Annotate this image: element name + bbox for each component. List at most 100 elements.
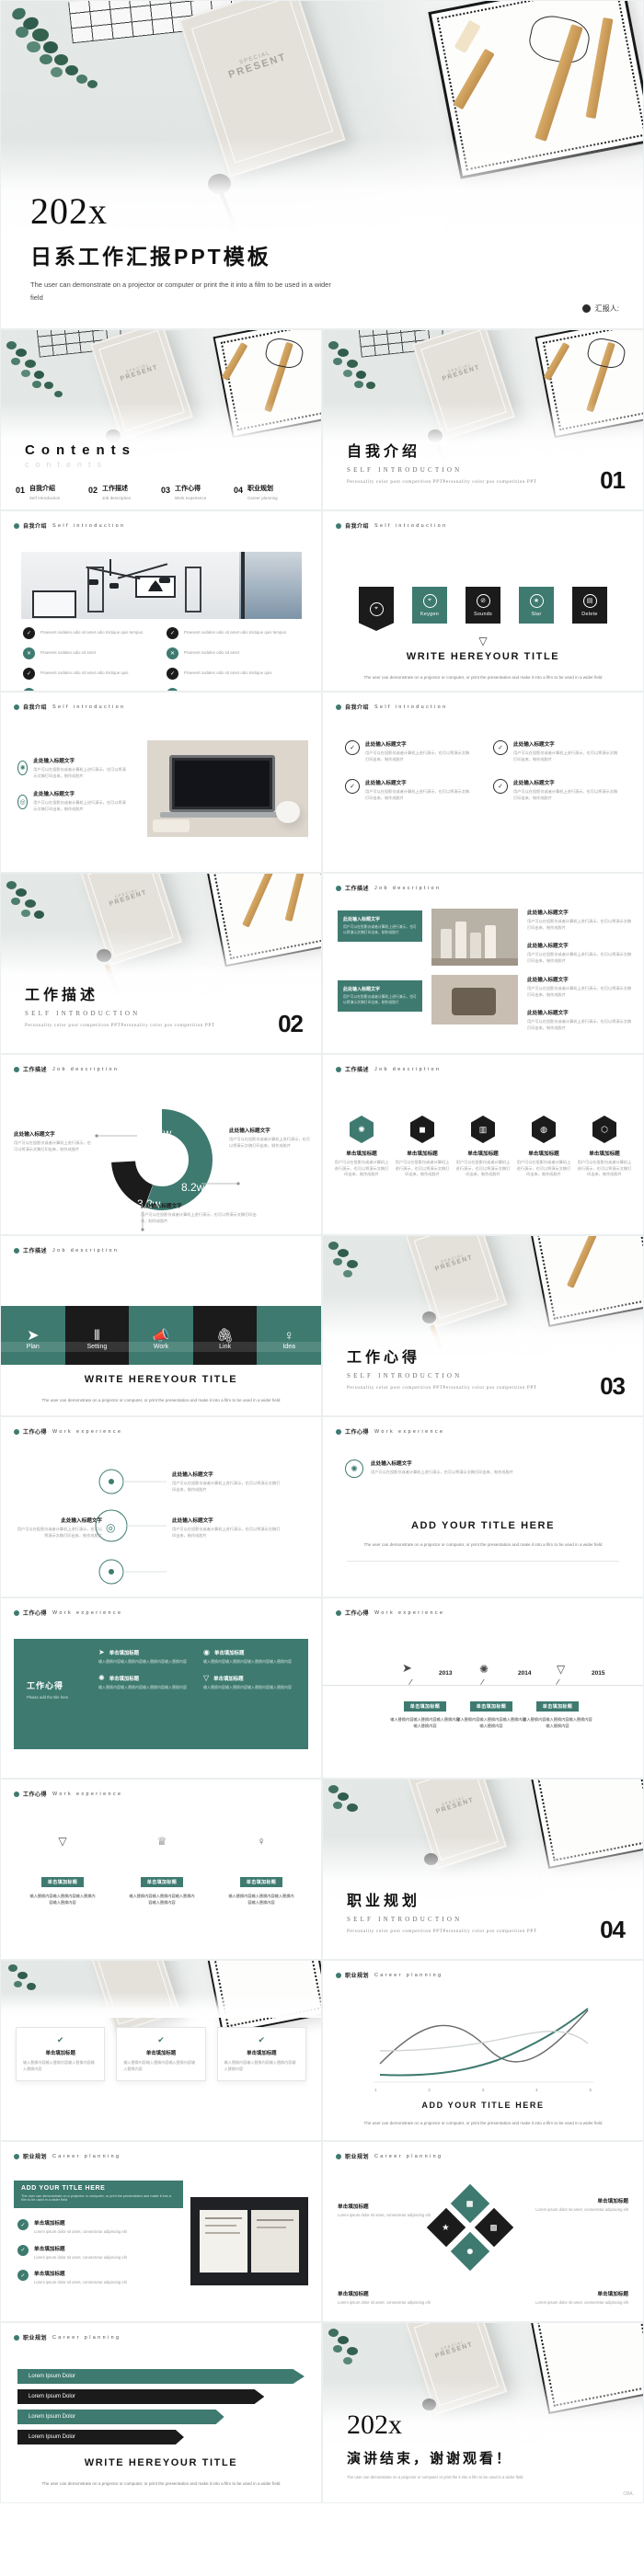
panel-card[interactable]: ◉ 单击填加标题 输入替换内容输入替换内容输入替换内容输入替换内容 <box>203 1648 297 1665</box>
hex-card[interactable]: ✺ 单击填加标题 用户可以在投影仪或者计算机上进行演示，也可以将演示文稿打印出来… <box>334 1116 389 1178</box>
nav-strip-row: ➤ Plan ⦀ Setting 📣 Work 🖇 Link ♀ Idea <box>1 1306 321 1365</box>
slide-badge-cards[interactable]: 工作心得 Work experience ▽ 单击填加标题 输入替换内容输入替换… <box>0 1779 322 1960</box>
bullet-item[interactable]: ✓ Praesent sodales odio sit amet odio tri… <box>23 627 161 639</box>
ribbon-item[interactable]: Lorem Ipsum Dolor <box>17 2430 184 2444</box>
bullet-icon <box>336 885 341 891</box>
slide-laptop[interactable]: 自我介绍 Self introduction ✺ 此处输入标题文字 用户可以在投… <box>0 692 322 873</box>
slide-header: 工作心得 Work experience <box>14 1609 122 1617</box>
hex-card[interactable]: ◍ 单击填加标题 用户可以在投影仪或者计算机上进行演示，也可以将演示文稿打印出来… <box>516 1116 571 1178</box>
list-item[interactable]: ✓ 单击填加标题 Lorem ipsum dolor sit amet, con… <box>17 2270 179 2286</box>
ribbon-item[interactable]: Lorem Ipsum Dolor <box>17 2410 224 2424</box>
slide-teal-list[interactable]: 职业规划 Career planning ADD YOUR TITLE HERE… <box>0 2141 322 2322</box>
diagram-item[interactable]: 此处输入标题文字 用户可以在投影仪或者计算机上进行演示，也可以将演示文稿打印出来… <box>172 1517 282 1539</box>
header-en: Job description <box>52 1066 120 1072</box>
slide-section-04[interactable]: SPECIALPRESENT 职业规划 SELF INTRODUCTION Pe… <box>322 1779 644 1960</box>
nav-tile-link[interactable]: 🖇 Link <box>192 1306 258 1365</box>
slide-timeline[interactable]: 工作心得 Work experience ➤ / 2013 ✺ / 2014 ▽… <box>322 1597 644 1779</box>
ribbon-item[interactable]: Lorem Ipsum Dolor <box>17 2389 265 2404</box>
bullet-item[interactable]: ✓ Praesent sodales odio sit amet odio tri… <box>167 627 305 639</box>
check-card[interactable]: ✓ 此处输入标题文字 用户可以在投影仪或者计算机上进行演示，也可以将演示文稿打印… <box>345 779 473 801</box>
check-card[interactable]: ✓ 此处输入标题文字 用户可以在投影仪或者计算机上进行演示，也可以将演示文稿打印… <box>345 740 473 762</box>
toc-item-1[interactable]: 01 自我介绍 Self introduction <box>16 484 88 500</box>
nav-tile-setting[interactable]: ⦀ Setting <box>64 1306 130 1365</box>
bullet-item[interactable]: ✕ Praesent sodales odio sit amet <box>167 647 305 659</box>
list-item[interactable]: 此处输入标题文字 用户可以在投影仪或者计算机上进行演示，也可以将演示文稿打印出来… <box>527 976 632 998</box>
bullet-item[interactable]: ✓ Praesent sodales odio sit amet odio tri… <box>23 668 161 680</box>
badge-card[interactable]: ▽ 单击填加标题 输入替换内容输入替换内容输入替换内容输入替换内容 <box>29 1835 97 1906</box>
bullet-item[interactable]: ✓ Praesent sodales odio sit amet odio tri… <box>167 668 305 680</box>
slide-teal-panel[interactable]: 工作心得 Work experience 工作心得 Please add the… <box>0 1597 322 1779</box>
nav-tile-idea[interactable]: ♀ Idea <box>257 1306 321 1365</box>
badge-card[interactable]: ♕ 单击填加标题 输入替换内容输入替换内容输入替换内容输入替换内容 <box>128 1835 196 1906</box>
ribbon-item[interactable]: Lorem Ipsum Dolor <box>17 2369 305 2384</box>
slide-section-01[interactable]: SPECIALPRESENT 自我介绍 SELF INTRODUCTION Pe… <box>322 329 644 510</box>
white-card-row: ✔ 单击填加标题 输入替换内容输入替换内容输入替换内容输入替换内容 ✔ 单击填加… <box>16 2027 306 2081</box>
reporter-label: 汇报人: <box>594 304 619 313</box>
badge-card[interactable]: ♀ 单击填加标题 输入替换内容输入替换内容输入替换内容输入替换内容 <box>227 1835 295 1906</box>
slide-icon-strip[interactable]: 自我介绍 Self introduction ⌖ ⌖ Keygen ⊘ Soun… <box>322 510 644 692</box>
contents-ghost-word: contents <box>25 460 109 469</box>
list-item[interactable]: ✓ 单击填加标题 Lorem ipsum dolor sit amet, con… <box>17 2244 179 2261</box>
timeline-item[interactable]: 单击填加标题 输入替换内容输入替换内容输入替换内容输入替换内容 <box>389 1696 461 1729</box>
slide-section-02[interactable]: SPECIALPRESENT 工作描述 SELF INTRODUCTION Pe… <box>0 873 322 1054</box>
timeline-item[interactable]: 单击填加标题 输入替换内容输入替换内容输入替换内容输入替换内容 <box>522 1696 593 1729</box>
panel-card[interactable]: ✺ 单击填加标题 输入替换内容输入替换内容输入替换内容输入替换内容 <box>98 1674 192 1690</box>
header-en: Career planning <box>374 2153 443 2159</box>
info-item[interactable]: ✺ 此处输入标题文字 用户可以在投影仪或者计算机上进行演示，也可以将演示文稿打印… <box>345 1460 582 1478</box>
icon-card-keygen[interactable]: ⌖ Keygen <box>412 587 447 624</box>
list-item[interactable]: 此处输入标题文字 用户可以在投影仪或者计算机上进行演示，也可以将演示文稿打印出来… <box>527 942 632 964</box>
white-card[interactable]: ✔ 单击填加标题 输入替换内容输入替换内容输入替换内容输入替换内容 <box>16 2027 106 2081</box>
timeline-badge: 单击填加标题 <box>469 1701 513 1712</box>
hex-card[interactable]: ▥ 单击填加标题 用户可以在投影仪或者计算机上进行演示，也可以将演示文稿打印出来… <box>455 1116 511 1178</box>
slide-white-cards[interactable]: ✔ 单击填加标题 输入替换内容输入替换内容输入替换内容输入替换内容 ✔ 单击填加… <box>0 1960 322 2141</box>
slide-section-03[interactable]: SPECIALPRESENT 工作心得 SELF INTRODUCTION Pe… <box>322 1235 644 1416</box>
panel-card[interactable]: ▽ 单击填加标题 输入替换内容输入替换内容输入替换内容输入替换内容 <box>203 1674 297 1690</box>
donut-annotation-right: 此处输入标题文字 用户可以在投影仪或者计算机上进行演示，也可以将演示文稿打印出来… <box>229 1127 312 1149</box>
timeline-item[interactable]: 单击填加标题 输入替换内容输入替换内容输入替换内容输入替换内容 <box>455 1696 527 1729</box>
slide-donut-chart[interactable]: 工作描述 Job description 5.4w 8.2w 3.2w 此处输入… <box>0 1054 322 1235</box>
list-item[interactable]: ✓ 单击填加标题 Lorem ipsum dolor sit amet, con… <box>17 2219 179 2236</box>
slide-self-intro-bullets[interactable]: 自我介绍 Self introduction ✓ Praesent sodales… <box>0 510 322 692</box>
diamond-tile[interactable]: ✺ <box>450 2231 490 2272</box>
slide-check-cards[interactable]: 自我介绍 Self introduction ✓ 此处输入标题文字 用户可以在投… <box>322 692 644 873</box>
diamond-tile[interactable]: ▥ <box>474 2207 514 2248</box>
bullet-item[interactable]: ✕ Praesent sodales odio sit amet <box>23 647 161 659</box>
icon-card-delete[interactable]: ▤ Delete <box>572 587 607 624</box>
section-desc: Personality color post competition PPTPe… <box>347 1928 537 1934</box>
check-card[interactable]: ✓ 此处输入标题文字 用户可以在投影仪或者计算机上进行演示，也可以将演示文稿打印… <box>493 779 621 801</box>
slide-job-list[interactable]: 工作描述 Job description 此处输入标题文字 用户可以在投影仪或者… <box>322 873 644 1054</box>
list-item[interactable]: 此处输入标题文字 用户可以在投影仪或者计算机上进行演示，也可以将演示文稿打印出来… <box>527 1009 632 1031</box>
section-desc: Personality color post competition PPTPe… <box>347 1384 537 1391</box>
bullet-col-left: ✓ Praesent sodales odio sit amet odio tri… <box>23 627 161 691</box>
check-card[interactable]: ✓ 此处输入标题文字 用户可以在投影仪或者计算机上进行演示，也可以将演示文稿打印… <box>493 740 621 762</box>
nav-tile-work[interactable]: 📣 Work <box>129 1306 193 1365</box>
hex-card[interactable]: ◼ 单击填加标题 用户可以在投影仪或者计算机上进行演示，也可以将演示文稿打印出来… <box>395 1116 450 1178</box>
toc-item-4[interactable]: 04 职业规划 Career planning <box>234 484 306 500</box>
x-tick: 3 <box>481 2088 485 2092</box>
slide-diamond-diagram[interactable]: 职业规划 Career planning 单击填加标题 Lorem ipsum … <box>322 2141 644 2322</box>
icon-card-keygen-flag[interactable]: ⌖ <box>359 587 394 631</box>
toc-item-3[interactable]: 03 工作心得 Work experience <box>161 484 234 500</box>
icon-card-star[interactable]: ★ Star <box>519 587 554 624</box>
slide-hex-row[interactable]: 工作描述 Job description ✺ 单击填加标题 用户可以在投影仪或者… <box>322 1054 644 1235</box>
slide-cover[interactable]: SPECIALPRESENT 202x 日系工作汇报PPT模板 The <box>0 0 644 329</box>
white-card[interactable]: ✔ 单击填加标题 输入替换内容输入替换内容输入替换内容输入替换内容 <box>116 2027 206 2081</box>
slide-ending[interactable]: SPECIALPRESENT 202x 演讲结束，谢谢观看！ The user … <box>322 2322 644 2503</box>
slide-ribbons[interactable]: 职业规划 Career planning Lorem Ipsum Dolor L… <box>0 2322 322 2503</box>
slide-circle-diagram[interactable]: 工作心得 Work experience ◎ 此处输入标题文字 用户可以在投影仪… <box>0 1416 322 1597</box>
diagram-item[interactable]: 此处输入标题文字 用户可以在投影仪或者计算机上进行演示，也可以将演示文稿打印出来… <box>14 1517 102 1539</box>
slide-nav-strip[interactable]: 工作描述 Job description ➤ Plan ⦀ Setting 📣 … <box>0 1235 322 1416</box>
slide-add-title[interactable]: 工作心得 Work experience ✺ 此处输入标题文字 用户可以在投影仪… <box>322 1416 644 1597</box>
card-desc: 输入替换内容输入替换内容输入替换内容输入替换内容 <box>129 1894 195 1906</box>
slide-line-chart[interactable]: 职业规划 Career planning 1 2 3 4 5 ADD YOUR … <box>322 1960 644 2141</box>
icon-card-sounds[interactable]: ⊘ Sounds <box>466 587 500 624</box>
diagram-item[interactable]: 此处输入标题文字 用户可以在投影仪或者计算机上进行演示，也可以将演示文稿打印出来… <box>172 1471 282 1493</box>
check-icon: ✓ <box>345 779 360 795</box>
nav-tile-plan[interactable]: ➤ Plan <box>1 1306 65 1365</box>
slide-contents[interactable]: SPECIALPRESENT contents Contents 01 自我介绍… <box>0 329 322 510</box>
white-card[interactable]: ✔ 单击填加标题 输入替换内容输入替换内容输入替换内容输入替换内容 <box>216 2027 306 2081</box>
toc-item-2[interactable]: 02 工作描述 Job description <box>88 484 161 500</box>
panel-card[interactable]: ➤ 单击填加标题 输入替换内容输入替换内容输入替换内容输入替换内容 <box>98 1648 192 1665</box>
hex-card[interactable]: ⬡ 单击填加标题 用户可以在投影仪或者计算机上进行演示，也可以将演示文稿打印出来… <box>577 1116 632 1178</box>
list-item[interactable]: 此处输入标题文字 用户可以在投影仪或者计算机上进行演示，也可以将演示文稿打印出来… <box>527 909 632 931</box>
